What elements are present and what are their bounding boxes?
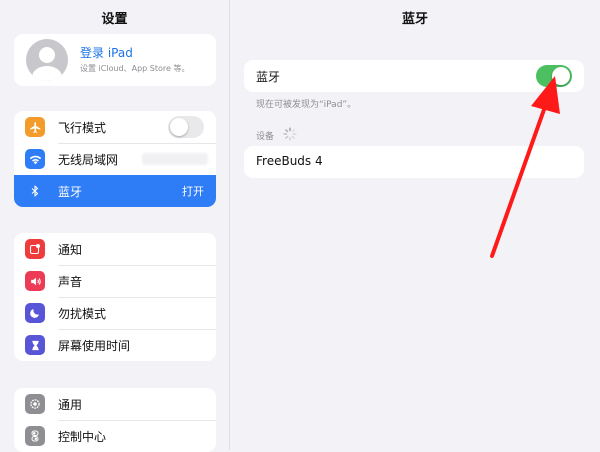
sidebar-item-wifi[interactable]: 无线局域网 bbox=[14, 143, 216, 175]
profile-subtitle: 设置 iCloud、App Store 等。 bbox=[80, 64, 190, 73]
notification-icon bbox=[25, 239, 45, 259]
detail-title: 蓝牙 bbox=[401, 12, 428, 27]
sidebar-item-airplane-mode[interactable]: 飞行模式 bbox=[14, 111, 216, 143]
sidebar-item-label: 蓝牙 bbox=[58, 184, 83, 199]
general-group: 通用 控制中心 bbox=[14, 388, 216, 452]
sidebar-item-sounds[interactable]: 声音 bbox=[14, 265, 216, 297]
sidebar-item-control-center[interactable]: 控制中心 bbox=[14, 420, 216, 452]
profile-card[interactable]: 登录 iPad 设置 iCloud、App Store 等。 bbox=[14, 34, 216, 86]
sidebar-item-bluetooth[interactable]: 蓝牙 打开 bbox=[14, 175, 216, 207]
control-center-icon bbox=[25, 426, 45, 446]
sign-in-link[interactable]: 登录 iPad bbox=[80, 44, 133, 61]
bluetooth-toggle-row: 蓝牙 bbox=[244, 60, 584, 92]
moon-icon bbox=[25, 303, 45, 323]
airplane-mode-toggle[interactable] bbox=[168, 116, 204, 138]
sidebar-title: 设置 bbox=[101, 12, 128, 27]
sidebar-item-label: 通知 bbox=[58, 242, 83, 257]
sidebar-item-screen-time[interactable]: 屏幕使用时间 bbox=[14, 329, 216, 361]
airplane-icon bbox=[25, 117, 45, 137]
sidebar-item-notifications[interactable]: 通知 bbox=[14, 233, 216, 265]
hourglass-icon bbox=[25, 335, 45, 355]
notifications-group: 通知 声音 勿扰模式 屏幕使用时间 bbox=[14, 233, 216, 361]
loading-spinner-icon bbox=[283, 127, 297, 141]
sidebar-item-do-not-disturb[interactable]: 勿扰模式 bbox=[14, 297, 216, 329]
connectivity-group: 飞行模式 无线局域网 蓝牙 打开 bbox=[14, 111, 216, 207]
sidebar-item-label: 通用 bbox=[58, 397, 83, 412]
avatar bbox=[26, 39, 68, 81]
speaker-icon bbox=[25, 271, 45, 291]
bluetooth-status-value: 打开 bbox=[182, 185, 204, 198]
settings-sidebar: 设置 登录 iPad 设置 iCloud、App Store 等。 飞行模式 无… bbox=[0, 0, 230, 452]
device-row-freebuds[interactable]: FreeBuds 4 bbox=[244, 146, 584, 178]
sidebar-item-label: 飞行模式 bbox=[58, 120, 107, 135]
discoverable-hint: 现在可被发现为“iPad”。 bbox=[256, 100, 357, 110]
sidebar-item-label: 控制中心 bbox=[58, 429, 107, 444]
bluetooth-toggle-label: 蓝牙 bbox=[256, 70, 281, 84]
sidebar-item-label: 屏幕使用时间 bbox=[58, 338, 131, 353]
sidebar-item-label: 勿扰模式 bbox=[58, 306, 107, 321]
bluetooth-toggle[interactable] bbox=[536, 65, 572, 87]
sidebar-item-general[interactable]: 通用 bbox=[14, 388, 216, 420]
devices-section-header: 设备 bbox=[256, 132, 275, 142]
sidebar-item-label: 无线局域网 bbox=[58, 152, 119, 167]
wifi-icon bbox=[25, 149, 45, 169]
sidebar-item-label: 声音 bbox=[58, 274, 83, 289]
device-name: FreeBuds 4 bbox=[256, 154, 323, 168]
bluetooth-detail-pane: 蓝牙 蓝牙 现在可被发现为“iPad”。 设备 FreeBuds 4 bbox=[230, 0, 600, 450]
wifi-network-blurred bbox=[142, 153, 208, 165]
gear-icon bbox=[25, 394, 45, 414]
bluetooth-icon bbox=[25, 181, 45, 201]
